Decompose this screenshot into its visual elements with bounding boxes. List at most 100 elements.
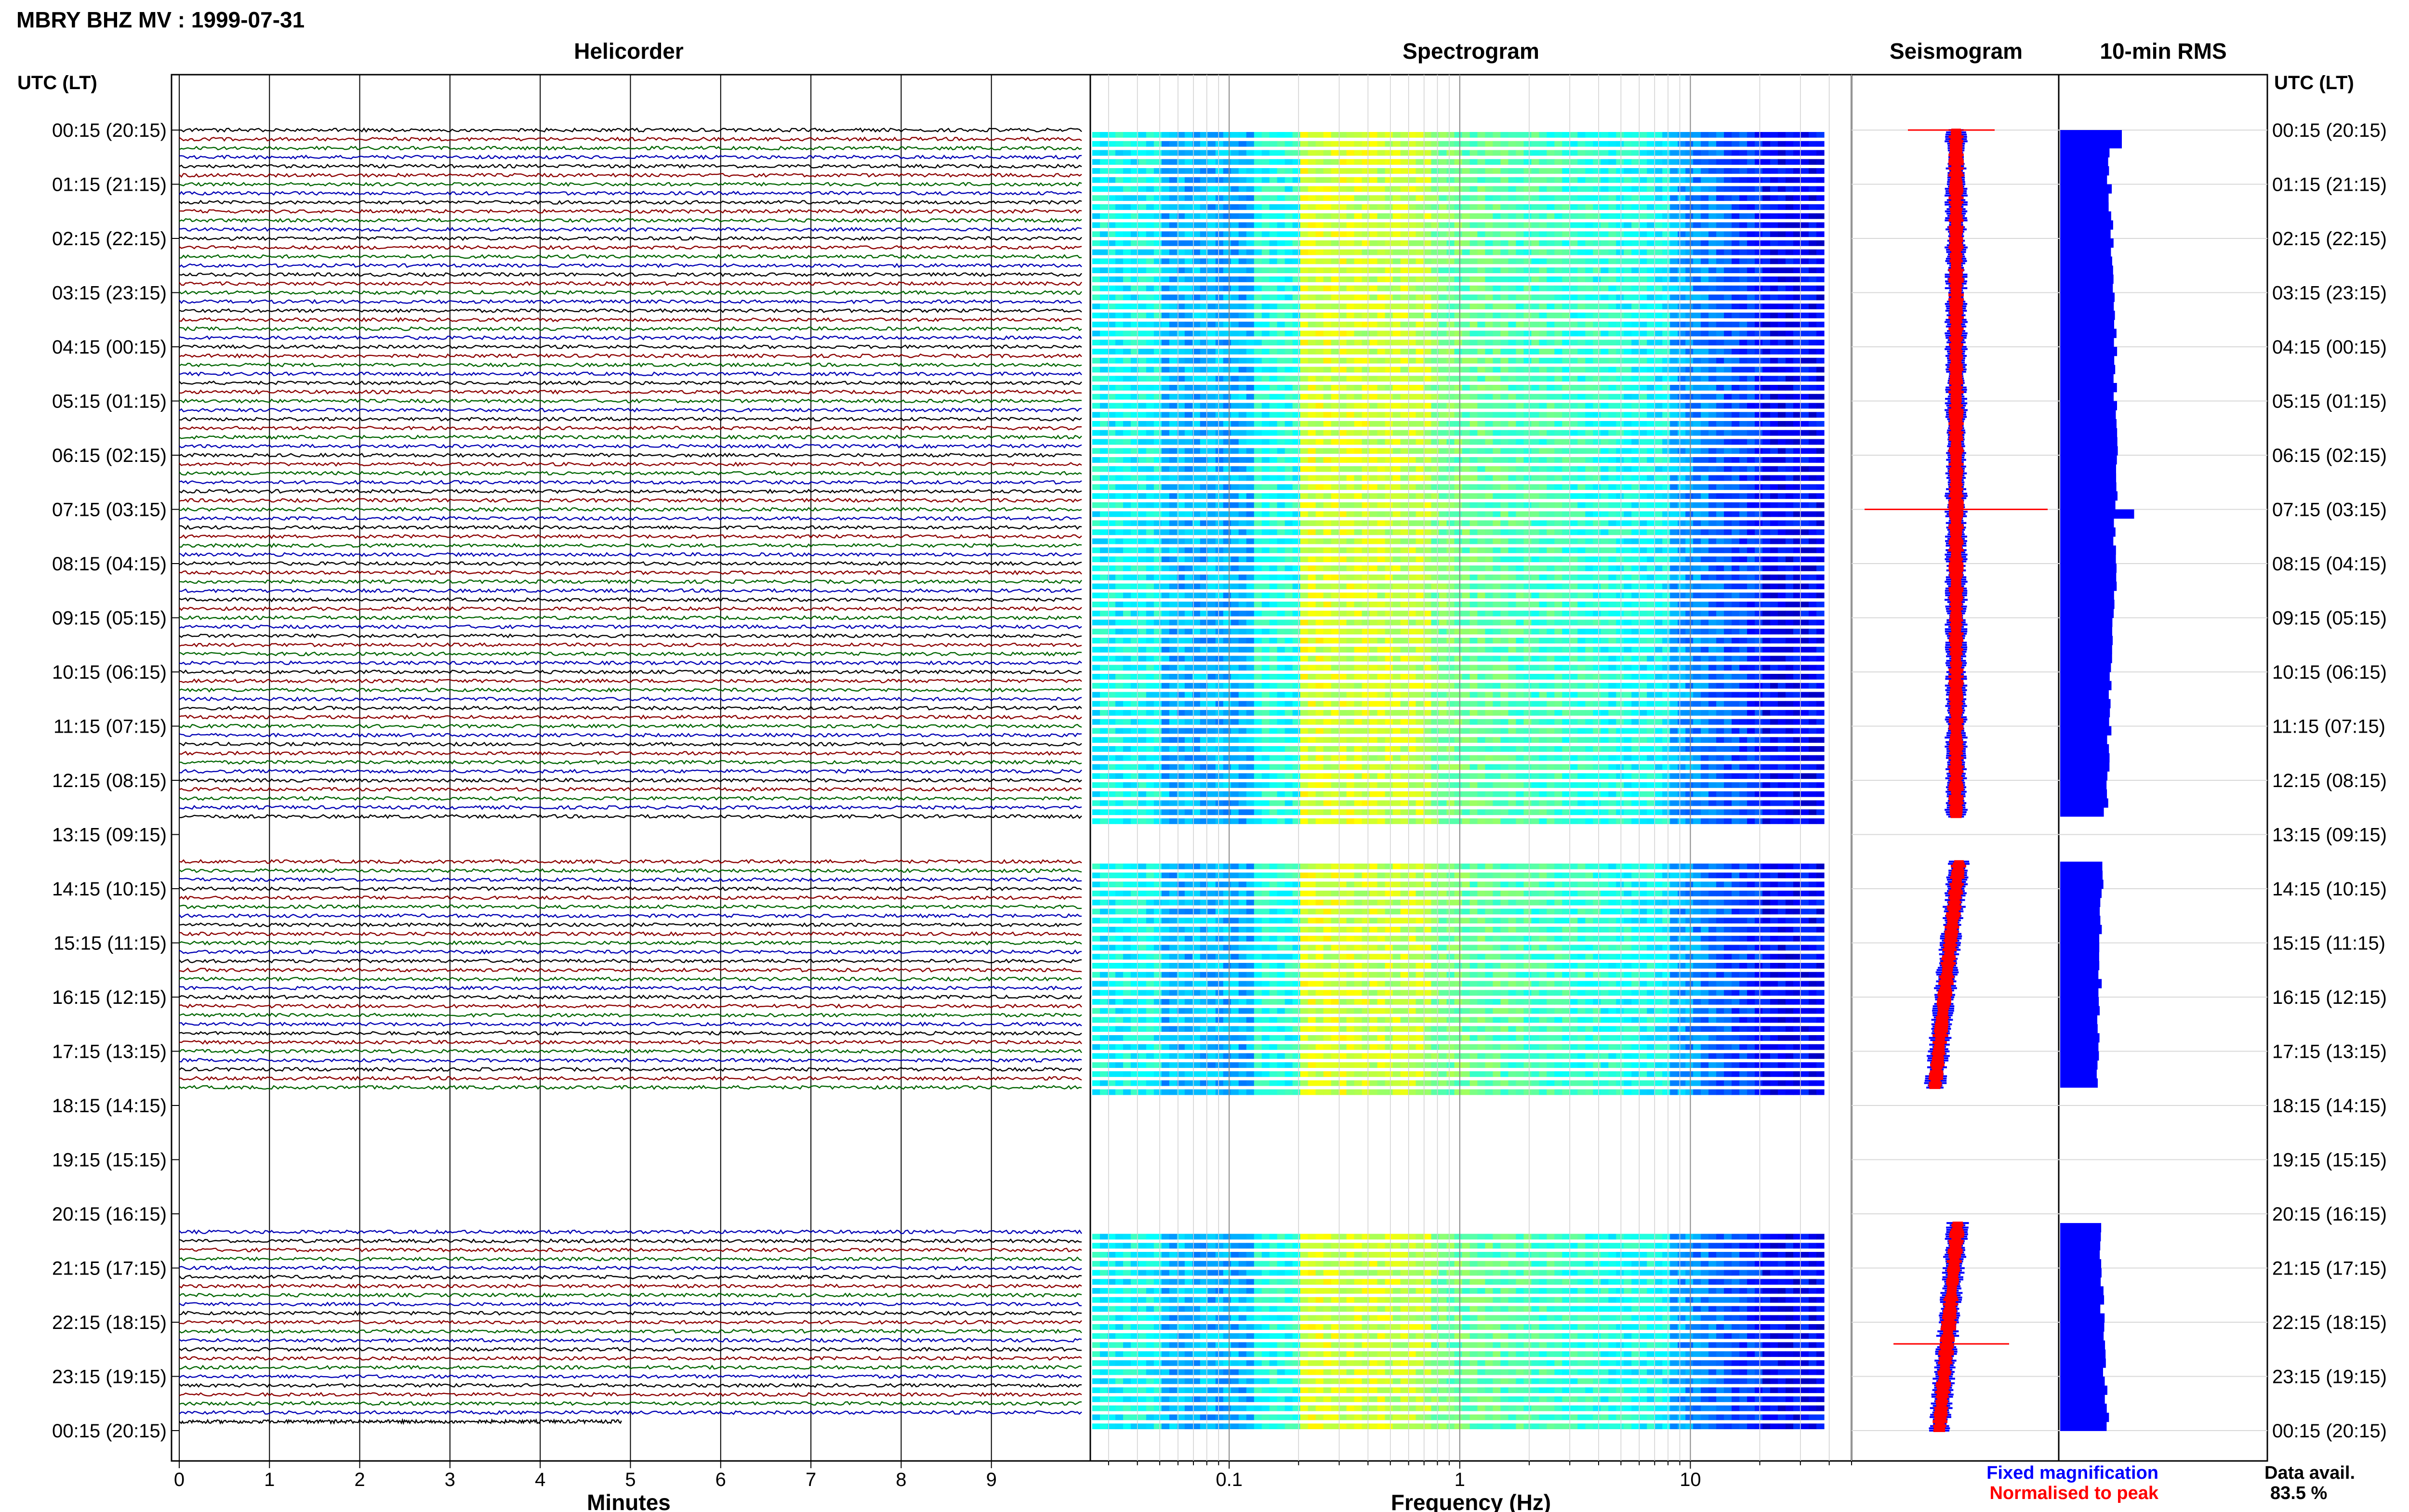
spectrogram-cell <box>1292 349 1301 355</box>
spectrogram-cell <box>1454 357 1463 364</box>
spectrogram-cell <box>1138 538 1147 544</box>
spectrogram-cell <box>1577 502 1586 508</box>
spectrogram-cell <box>1778 502 1786 508</box>
spectrogram-cell <box>1678 448 1686 454</box>
spectrogram-cell <box>1701 231 1709 237</box>
spectrogram-cell <box>1547 258 1555 264</box>
spectrogram-cell <box>1493 385 1501 391</box>
spectrogram-cell <box>1331 186 1339 192</box>
spectrogram-cell <box>1439 430 1447 436</box>
spectrogram-cell <box>1254 403 1262 409</box>
spectrogram-cell <box>1770 376 1778 382</box>
spectrogram-cell <box>1338 294 1347 301</box>
spectrogram-cell <box>1169 249 1178 255</box>
spectrogram-cell <box>1747 556 1755 563</box>
spectrogram-cell <box>1670 213 1678 219</box>
spectrogram-cell <box>1601 475 1609 481</box>
spectrogram-cell <box>1184 565 1193 571</box>
spectrogram-cell <box>1485 168 1493 174</box>
spectrogram-cell <box>1577 340 1586 346</box>
spectrogram-cell <box>1439 258 1447 264</box>
spectrogram-cell <box>1169 394 1178 400</box>
spectrogram-cell <box>1493 349 1501 355</box>
spectrogram-cell <box>1123 141 1131 147</box>
spectrogram-cell <box>1716 376 1724 382</box>
spectrogram-cell <box>1493 159 1501 165</box>
spectrogram-cell <box>1338 357 1347 364</box>
spectrogram-cell <box>1439 376 1447 382</box>
spectrogram-cell <box>1392 529 1401 535</box>
spectrogram-cell <box>1562 502 1570 508</box>
spectrogram-cell <box>1446 150 1455 156</box>
spectrogram-cell <box>1670 177 1678 183</box>
spectrogram-cell <box>1462 412 1470 418</box>
spectrogram-cell <box>1161 529 1170 535</box>
spectrogram-cell <box>1655 394 1663 400</box>
spectrogram-cell <box>1246 267 1255 274</box>
spectrogram-cell <box>1786 357 1794 364</box>
spectrogram-cell <box>1762 475 1771 481</box>
spectrogram-cell <box>1439 141 1447 147</box>
spectrogram-cell <box>1747 448 1755 454</box>
spectrogram-cell <box>1100 159 1108 165</box>
spectrogram-cell <box>1685 231 1694 237</box>
spectrogram-cell <box>1277 141 1285 147</box>
spectrogram-cell <box>1778 321 1786 328</box>
spectrogram-cell <box>1585 493 1593 499</box>
spectrogram-cell <box>1315 204 1324 210</box>
spectrogram-cell <box>1338 195 1347 201</box>
spectrogram-cell <box>1439 349 1447 355</box>
spectrogram-cell <box>1616 385 1624 391</box>
spectrogram-cell <box>1346 430 1355 436</box>
spectrogram-cell <box>1138 150 1147 156</box>
spectrogram-cell <box>1346 276 1355 282</box>
spectrogram-cell <box>1153 141 1162 147</box>
spectrogram-cell <box>1708 394 1717 400</box>
spectrogram-cell <box>1816 367 1825 373</box>
spectrogram-cell <box>1801 340 1809 346</box>
spectrogram-cell <box>1570 421 1578 427</box>
spectrogram-cell <box>1554 448 1562 454</box>
spectrogram-cell <box>1346 466 1355 472</box>
spectrogram-cell <box>1585 349 1593 355</box>
spectrogram-cell <box>1362 150 1370 156</box>
spectrogram-cell <box>1261 484 1270 490</box>
spectrogram-cell <box>1477 249 1485 255</box>
spectrogram-cell <box>1315 321 1324 328</box>
spectrogram-cell <box>1439 556 1447 563</box>
spectrogram-cell <box>1246 321 1255 328</box>
spectrogram-cell <box>1708 484 1717 490</box>
spectrogram-cell <box>1439 168 1447 174</box>
spectrogram-cell <box>1300 583 1309 590</box>
spectrogram-cell <box>1655 448 1663 454</box>
spectrogram-cell <box>1169 602 1178 607</box>
spectrogram-cell <box>1485 394 1493 400</box>
spectrogram-cell <box>1631 511 1640 517</box>
spectrogram-cell <box>1554 349 1562 355</box>
spectrogram-cell <box>1292 457 1301 463</box>
spectrogram-cell <box>1624 141 1632 147</box>
spectrogram-cell <box>1554 394 1562 400</box>
spectrogram-cell <box>1762 222 1771 228</box>
spectrogram-cell <box>1331 385 1339 391</box>
spectrogram-cell <box>1238 574 1247 580</box>
spectrogram-cell <box>1385 195 1393 201</box>
spectrogram-cell <box>1500 457 1509 463</box>
spectrogram-cell <box>1300 267 1309 274</box>
spectrogram-cell <box>1624 276 1632 282</box>
spectrogram-cell <box>1100 583 1108 590</box>
spectrogram-cell <box>1655 466 1663 472</box>
spectrogram-cell <box>1123 276 1131 282</box>
spectrogram-cell <box>1523 511 1532 517</box>
spectrogram-cell <box>1500 475 1509 481</box>
spectrogram-cell <box>1362 511 1370 517</box>
spectrogram-cell <box>1408 321 1416 328</box>
spectrogram-cell <box>1631 556 1640 563</box>
spectrogram-cell <box>1508 294 1516 301</box>
spectrogram-cell <box>1786 457 1794 463</box>
spectrogram-cell <box>1631 385 1640 391</box>
spectrogram-cell <box>1169 367 1178 373</box>
spectrogram-cell <box>1693 502 1701 508</box>
spectrogram-cell <box>1238 340 1247 346</box>
spectrogram-cell <box>1277 493 1285 499</box>
